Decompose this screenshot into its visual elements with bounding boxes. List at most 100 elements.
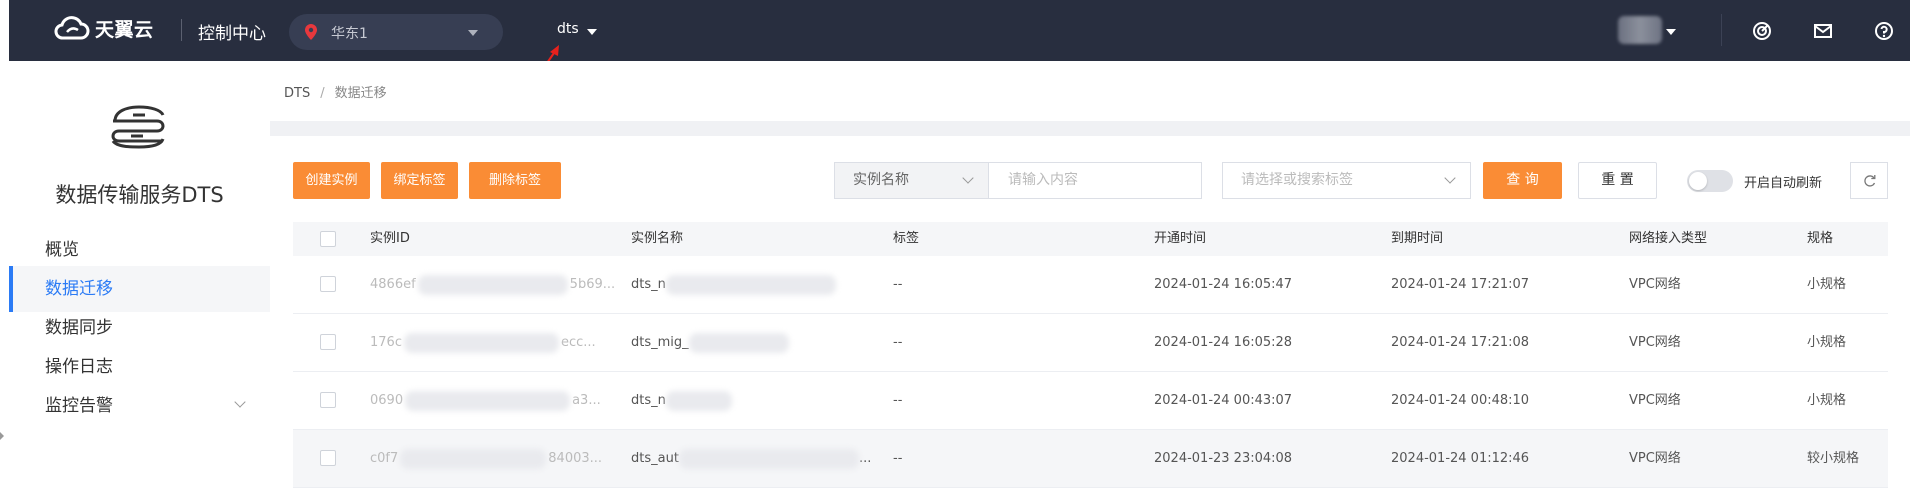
sidebar-item-label: 监控告警: [45, 396, 113, 416]
expire-time: 2024-01-24 01:12:46: [1391, 451, 1530, 466]
target-icon[interactable]: [1751, 20, 1773, 42]
region-selector[interactable]: 华东1: [289, 14, 503, 50]
region-label: 华东1: [331, 26, 368, 42]
caret-down-icon: [468, 30, 478, 36]
service-title: 数据传输服务DTS: [55, 183, 224, 207]
tag-select[interactable]: 请选择或搜索标签: [1222, 162, 1471, 199]
network-type: VPC网络: [1629, 393, 1681, 408]
toggle-knob: [1689, 172, 1707, 190]
breadcrumb: DTS / 数据迁移: [284, 82, 387, 101]
query-button[interactable]: 查 询: [1483, 162, 1562, 199]
instance-id[interactable]: 176c ecc...: [370, 314, 596, 372]
row-checkbox[interactable]: [320, 276, 336, 292]
top-nav-bar: 天翼云 控制中心 华东1 dts: [0, 0, 1919, 61]
redacted-block: [688, 332, 789, 353]
table-row[interactable]: 0690 a3... dts_n -- 2024-01-24 00:43:07 2…: [293, 372, 1888, 430]
tag-cell: --: [893, 335, 903, 350]
create-instance-button[interactable]: 创建实例: [293, 162, 370, 199]
redacted-block: [665, 274, 836, 295]
bind-tag-button[interactable]: 绑定标签: [381, 162, 458, 199]
chevron-down-icon: [234, 396, 246, 408]
instance-id[interactable]: 4866ef 5b69...: [370, 256, 615, 314]
breadcrumb-bar: DTS / 数据迁移: [270, 61, 1910, 121]
expire-time: 2024-01-24 00:48:10: [1391, 393, 1530, 408]
instance-name: dts_n: [631, 256, 836, 314]
remove-tag-button[interactable]: 删除标签: [469, 162, 561, 199]
row-checkbox[interactable]: [320, 392, 336, 408]
instance-name: dts_n: [631, 372, 732, 430]
product-switcher[interactable]: dts: [557, 21, 579, 37]
cloud-logo-icon: [54, 15, 90, 39]
auto-refresh-toggle[interactable]: [1687, 170, 1733, 192]
breadcrumb-root[interactable]: DTS: [284, 86, 310, 101]
spec: 较小规格: [1807, 451, 1860, 466]
column-header[interactable]: 实例ID: [370, 222, 410, 256]
brand-name: 天翼云: [95, 19, 154, 41]
spec: 小规格: [1807, 335, 1847, 350]
column-header[interactable]: 标签: [893, 222, 919, 256]
instance-id[interactable]: c0f7 84003...: [370, 430, 602, 488]
redacted-block: [678, 448, 859, 469]
mail-icon[interactable]: [1812, 20, 1834, 42]
table-header: 实例ID 实例名称 标签 开通时间 到期时间 网络接入类型 规格: [293, 222, 1888, 256]
expire-time: 2024-01-24 17:21:08: [1391, 335, 1530, 350]
sidebar: 数据传输服务DTS 概览 数据迁移 数据同步 操作日志 监控告警: [9, 61, 270, 495]
console-title[interactable]: 控制中心: [198, 19, 266, 44]
caret-down-icon[interactable]: [587, 29, 597, 35]
column-header[interactable]: 网络接入类型: [1629, 222, 1707, 256]
divider: [181, 19, 182, 41]
tag-cell: --: [893, 277, 903, 292]
table-row[interactable]: c0f7 84003... dts_aut... -- 2024-01-23 23…: [293, 430, 1888, 488]
caret-down-icon[interactable]: [1666, 29, 1676, 35]
brand-logo[interactable]: 天翼云: [53, 15, 154, 42]
instance-id[interactable]: 0690 a3...: [370, 372, 601, 430]
tag-cell: --: [893, 393, 903, 408]
reset-button[interactable]: 重 置: [1578, 162, 1657, 199]
spec: 小规格: [1807, 393, 1847, 408]
filter-field-label: 实例名称: [853, 172, 909, 188]
redacted-block: [417, 274, 568, 295]
open-time: 2024-01-24 16:05:28: [1154, 335, 1293, 350]
column-header[interactable]: 规格: [1807, 222, 1833, 256]
redacted-block: [665, 390, 732, 411]
row-checkbox[interactable]: [320, 450, 336, 466]
instance-name: dts_aut...: [631, 430, 871, 488]
row-checkbox[interactable]: [320, 334, 336, 350]
table-row[interactable]: 4866ef 5b69... dts_n -- 2024-01-24 16:05:…: [293, 256, 1888, 314]
page-edge: [1910, 61, 1919, 495]
refresh-icon: [1864, 175, 1876, 187]
network-type: VPC网络: [1629, 335, 1681, 350]
select-all-checkbox[interactable]: [320, 231, 336, 247]
sidebar-item-monitoring[interactable]: 监控告警: [9, 383, 270, 429]
redacted-block: [400, 448, 547, 469]
chevron-down-icon: [1444, 172, 1456, 184]
open-time: 2024-01-24 00:43:07: [1154, 393, 1293, 408]
expire-time: 2024-01-24 17:21:07: [1391, 277, 1530, 292]
user-avatar[interactable]: [1618, 16, 1662, 44]
breadcrumb-current: 数据迁移: [334, 86, 387, 101]
breadcrumb-separator: /: [320, 86, 325, 101]
open-time: 2024-01-23 23:04:08: [1154, 451, 1293, 466]
filter-field-select[interactable]: 实例名称: [834, 162, 989, 199]
column-header[interactable]: 实例名称: [631, 222, 683, 256]
instance-name: dts_mig_: [631, 314, 789, 372]
tag-cell: --: [893, 451, 903, 466]
column-header[interactable]: 开通时间: [1154, 222, 1206, 256]
column-header[interactable]: 到期时间: [1391, 222, 1443, 256]
open-time: 2024-01-24 16:05:47: [1154, 277, 1293, 292]
auto-refresh-label: 开启自动刷新: [1744, 176, 1823, 191]
table-row[interactable]: 176c ecc... dts_mig_ -- 2024-01-24 16:05:…: [293, 314, 1888, 372]
collapse-handle-icon[interactable]: [0, 432, 4, 440]
refresh-button[interactable]: [1850, 162, 1888, 199]
redacted-block: [405, 390, 571, 411]
search-input[interactable]: 请输入内容: [989, 162, 1202, 199]
dts-service-icon: [111, 105, 165, 149]
network-type: VPC网络: [1629, 451, 1681, 466]
location-pin-icon: [305, 24, 317, 40]
spec: 小规格: [1807, 277, 1847, 292]
network-type: VPC网络: [1629, 277, 1681, 292]
divider: [1721, 14, 1722, 46]
tag-select-placeholder: 请选择或搜索标签: [1241, 172, 1353, 188]
redacted-block: [403, 332, 559, 353]
help-icon[interactable]: [1873, 20, 1895, 42]
